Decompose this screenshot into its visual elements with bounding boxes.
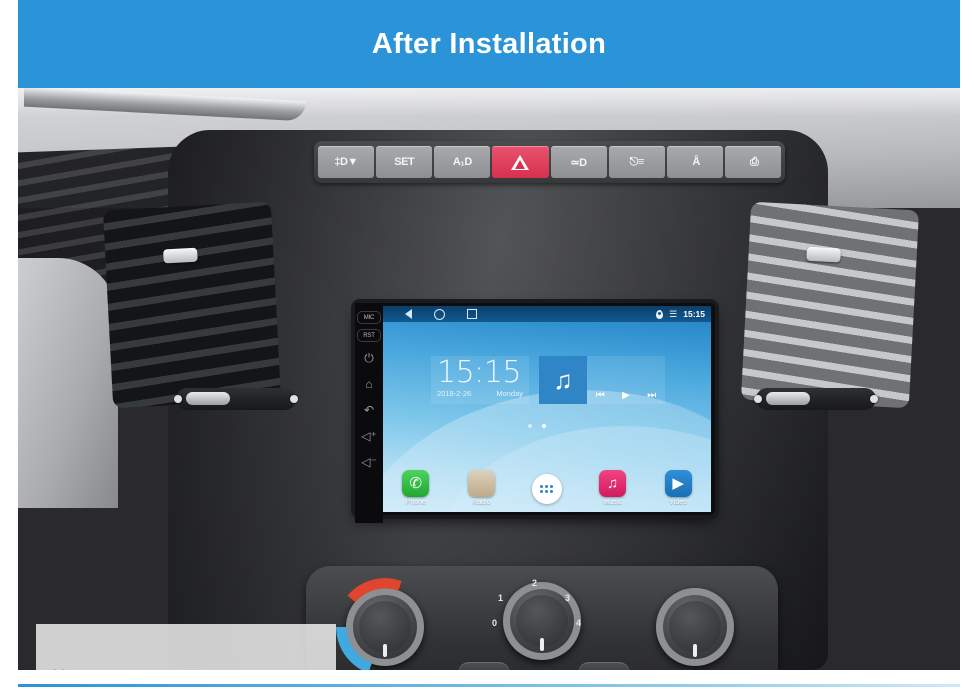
vent-right-slider-rail[interactable] [754,388,878,410]
vent-right-adjuster[interactable] [806,246,841,263]
app-video[interactable]: ▶ Video [652,470,704,506]
clock-weekday: Monday [496,389,523,398]
video-icon: ▶ [664,470,692,497]
door-lock-button[interactable]: ⎙ [724,146,781,178]
note-title: Note: [52,667,336,670]
mic-label: MIC [357,311,381,324]
home-icon[interactable]: ⌂ [358,373,380,394]
radio-icon [467,470,495,497]
banner: After Installation [18,0,960,88]
clock-date: 2018-2-26 [437,389,472,398]
status-bar-time: 15:15 [683,309,705,319]
clock-widget[interactable]: 15:15 2018-2-26 Monday [431,356,529,404]
vent-left-slider[interactable] [186,392,230,405]
home-icon[interactable] [434,308,445,320]
front-fog-light-button[interactable]: ≃D [550,146,607,178]
fan-knob-indicator [540,638,544,651]
album-art-placeholder: ♫ [539,356,587,404]
vent-right-dot-b [870,395,878,403]
bottom-divider [18,684,960,687]
android-status-bar: ☰ 15:15 [383,306,711,322]
wifi-icon: ☰ [669,308,678,319]
page-indicator [528,424,546,428]
app-phone[interactable]: ✆ Phone [390,470,442,506]
hazard-triangle-icon [511,154,530,170]
auto-light-button[interactable]: A₁D [434,146,491,178]
esp-off-icon: Å [689,156,700,168]
fan-scale-1: 1 [498,593,504,603]
reset-button[interactable]: RST [357,329,381,342]
play-button[interactable]: ▶ [622,390,630,401]
music-widget[interactable]: ♫ ⏮ ▶ ⏭ [539,356,665,404]
drawer-dots [540,485,554,493]
rear-defrost-button[interactable]: ⎋≡ [608,146,665,178]
page-dot-1 [528,424,532,428]
car-dashboard-photo: ‡D▼ SET A₁D ≃D ⎋≡ Å ⎙ MIC RST ⏻ ⌂ ↶ ◁⁺ ◁… [18,88,960,670]
air-vent-right[interactable] [740,201,920,409]
recents-icon[interactable] [467,309,477,319]
music-controls: ⏮ ▶ ⏭ [587,353,665,408]
app-drawer-icon [531,474,562,504]
air-direction-knob-indicator [693,644,697,657]
app-dock: ✆ Phone Radio ♫ Music ▶ Video [383,470,711,506]
page-dot-2 [542,424,546,428]
climate-control-panel: 0 1 2 3 4 ↺ A/C [306,566,778,670]
android-head-unit: MIC RST ⏻ ⌂ ↶ ◁⁺ ◁⁻ ☰ 15:15 15:15 2018-2… [355,303,715,523]
vent-left-adjuster[interactable] [163,247,198,264]
back-icon[interactable] [405,309,412,319]
music-icon: ♫ [599,470,627,497]
next-track-button[interactable]: ⏭ [647,390,656,401]
auto-light-icon: A₁D [452,156,472,168]
fan-scale-0: 0 [492,618,498,628]
app-phone-label: Phone [405,499,426,506]
clock-time: 15:15 [437,355,521,390]
app-radio[interactable]: Radio [455,470,507,506]
vent-left-slider-rail[interactable] [174,388,298,410]
esp-off-button[interactable]: Å [666,146,723,178]
navigation-buttons [405,308,477,320]
fan-scale-2: 2 [532,578,538,588]
air-direction-knob[interactable] [656,588,734,666]
air-vent-left[interactable] [102,201,282,409]
ac-button[interactable]: A/C [578,662,630,670]
temperature-knob[interactable] [336,578,434,670]
seat-edge [18,258,118,508]
dashboard-button-strip: ‡D▼ SET A₁D ≃D ⎋≡ Å ⎙ [314,141,785,183]
banner-title: After Installation [371,27,607,60]
touchscreen[interactable]: ☰ 15:15 15:15 2018-2-26 Monday ♫ ⏮ ▶ ⏭ ✆… [383,306,711,512]
rear-fog-light-icon: ‡D▼ [334,156,358,168]
phone-icon: ✆ [402,470,430,497]
vent-left-dot-a [174,395,182,403]
volume-up-icon[interactable]: ◁⁺ [358,425,380,446]
back-icon[interactable]: ↶ [358,399,380,420]
status-indicators: ☰ 15:15 [656,309,705,319]
app-radio-label: Radio [472,499,491,506]
recirculation-button[interactable]: ↺ [458,662,510,670]
front-fog-light-icon: ≃D [570,156,587,169]
previous-track-button[interactable]: ⏮ [596,390,605,401]
rear-defrost-icon: ⎋≡ [629,155,645,168]
rear-fog-light-button[interactable]: ‡D▼ [318,146,375,178]
app-drawer[interactable] [521,474,573,506]
app-music[interactable]: ♫ Music [587,470,639,506]
product-image-page: After Installation ‡D▼ SET A₁D ≃D ⎋≡ Å ⎙… [0,0,980,690]
temperature-knob-indicator [383,644,387,657]
power-icon[interactable]: ⏻ [358,347,380,368]
app-music-label: Music [603,499,622,506]
fan-scale-3: 3 [565,593,571,603]
app-video-label: Video [669,499,688,506]
vent-right-slider[interactable] [766,392,810,405]
volume-down-icon[interactable]: ◁⁻ [358,451,380,472]
set-label: SET [394,156,415,168]
hazard-warning-button[interactable] [492,146,549,178]
fan-scale-4: 4 [576,618,582,628]
location-pin-icon [656,309,664,319]
door-lock-icon: ⎙ [747,155,759,168]
vent-right-dot-a [754,395,762,403]
set-button[interactable]: SET [376,146,433,178]
note-overlay: Note: DVD player is not included. [36,624,336,670]
head-unit-side-panel: MIC RST ⏻ ⌂ ↶ ◁⁺ ◁⁻ [355,303,383,523]
vent-left-dot-b [290,395,298,403]
